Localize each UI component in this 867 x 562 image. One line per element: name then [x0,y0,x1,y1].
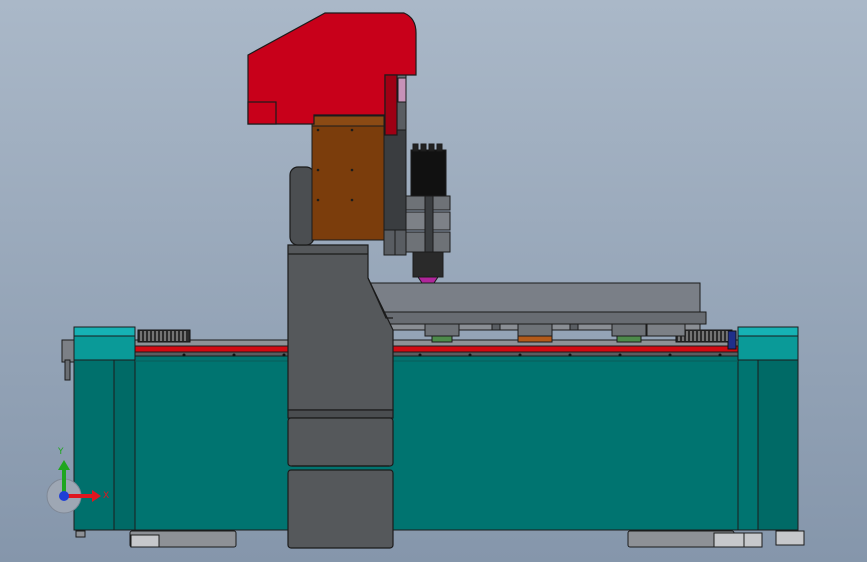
column-lower-block-upper [287,417,394,467]
cnc-machine-drawing: Y X [0,0,867,562]
base-frame [61,326,799,531]
z-axis-icon [59,491,69,501]
cad-viewport[interactable]: Y X [0,0,867,562]
rack-gear-left [137,329,191,343]
triad-x-label: X [103,491,109,501]
main-bed-body [134,355,739,531]
spindle-motor [405,143,451,284]
column-lower-block-lower [287,469,394,549]
triad-y-label: Y [57,447,64,457]
